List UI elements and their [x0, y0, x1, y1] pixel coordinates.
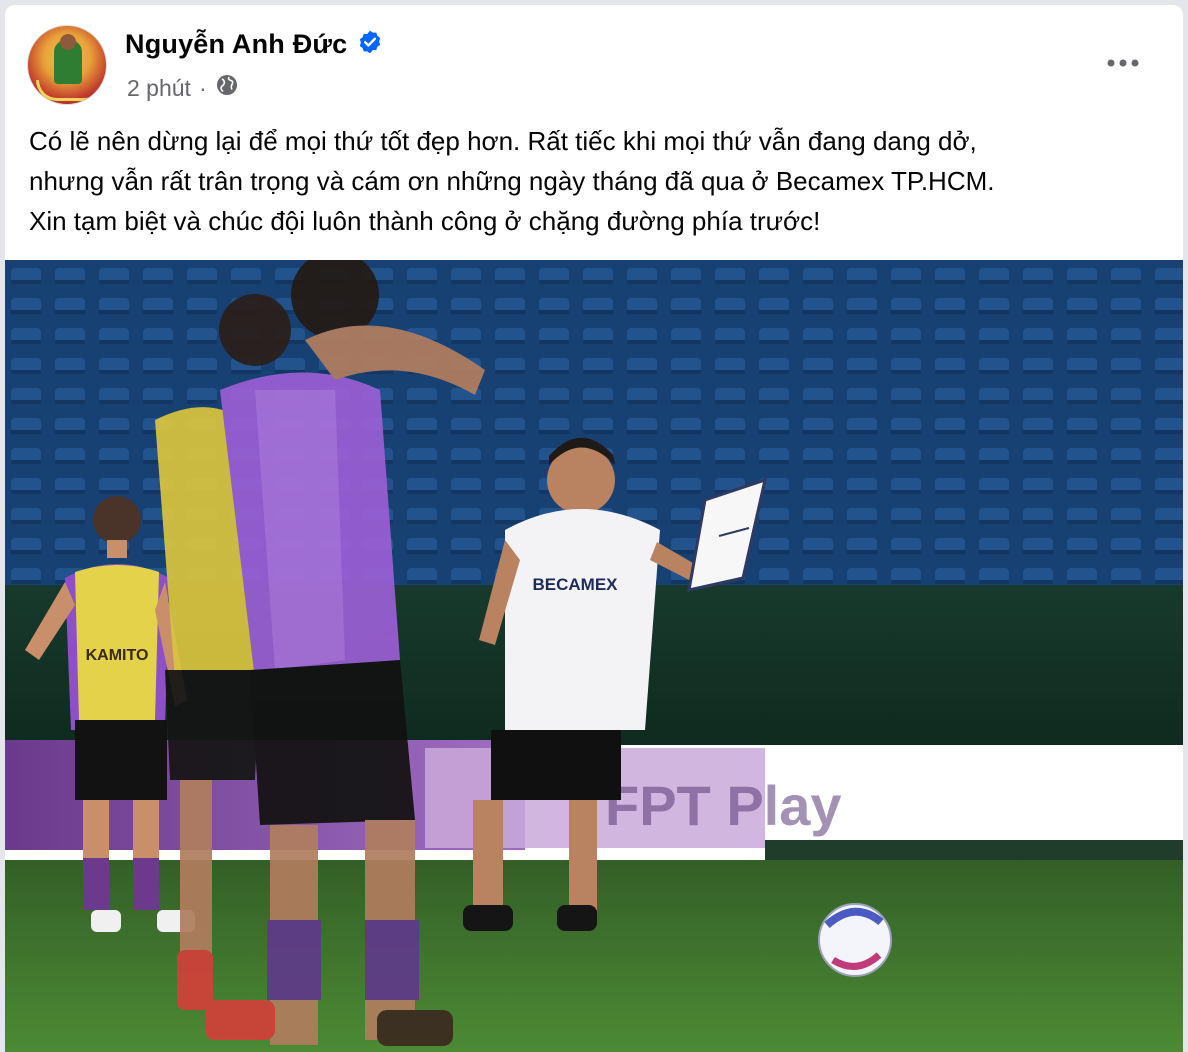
- author-name[interactable]: Nguyễn Anh Đức: [125, 29, 347, 60]
- verified-badge-icon: [357, 29, 383, 60]
- post-text-line-2: nhưng vẫn rất trân trọng và cám ơn những…: [29, 166, 995, 196]
- post-text-line-1: Có lẽ nên dừng lại để mọi thứ tốt đẹp hơ…: [29, 126, 977, 156]
- board-text: FPT Play: [605, 774, 842, 837]
- post-timestamp[interactable]: 2 phút: [127, 75, 191, 102]
- avatar-head: [60, 34, 76, 50]
- bib-text: KAMITO: [86, 647, 149, 664]
- post-header: Nguyễn Anh Đức 2 phút ·: [27, 25, 1157, 105]
- meta-separator: ·: [198, 74, 207, 101]
- author-row: Nguyễn Anh Đức: [125, 29, 383, 60]
- more-options-button[interactable]: [1099, 45, 1147, 81]
- more-horizontal-icon: [1107, 59, 1139, 67]
- post-photo[interactable]: FPT Play KAMITO BECAMEX: [5, 260, 1183, 1052]
- shirt-text: BECAMEX: [532, 575, 618, 594]
- globe-icon[interactable]: [215, 73, 239, 103]
- post-text-line-3: Xin tạm biệt và chúc đội luôn thành công…: [29, 206, 821, 236]
- post-meta: 2 phút ·: [127, 73, 239, 103]
- facebook-post: Nguyễn Anh Đức 2 phút · Có lẽ nên dừng l…: [5, 5, 1183, 1052]
- post-text: Có lẽ nên dừng lại để mọi thứ tốt đẹp hơ…: [29, 121, 1159, 241]
- soccer-ball: [818, 903, 892, 977]
- author-avatar[interactable]: [27, 25, 107, 105]
- avatar-wreath: [36, 80, 106, 101]
